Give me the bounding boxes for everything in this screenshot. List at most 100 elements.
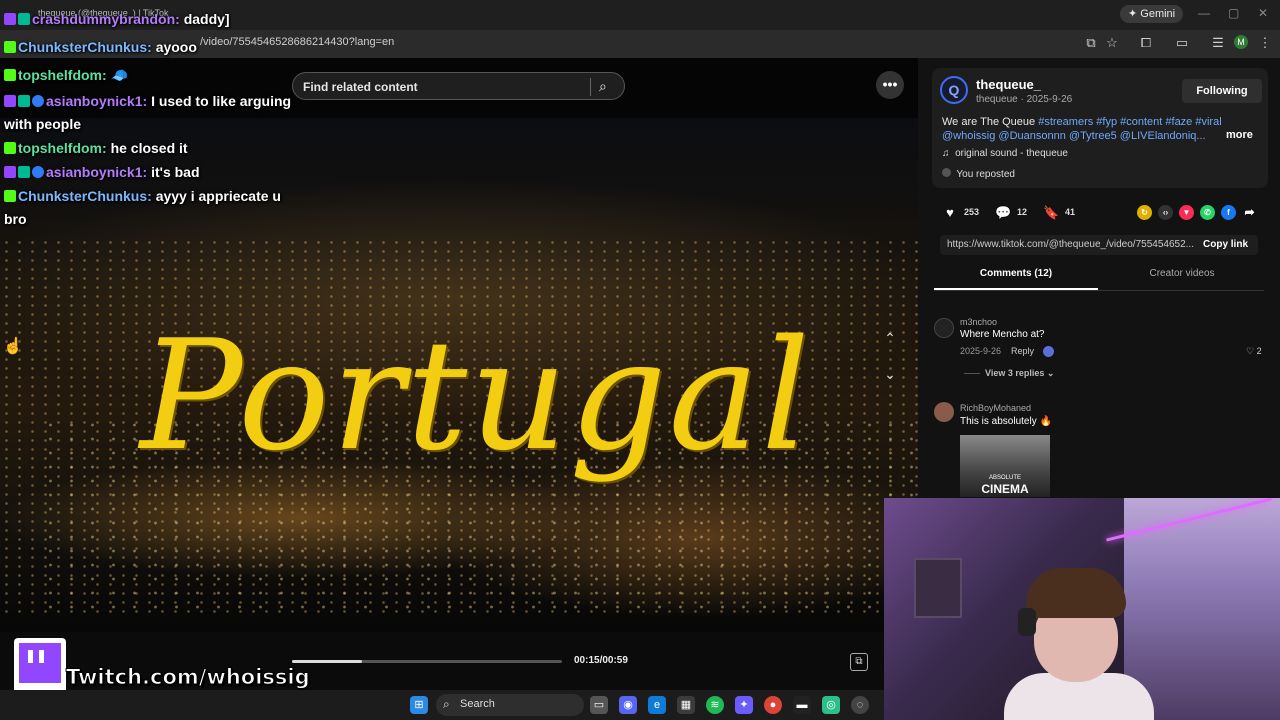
- browser-menu-icon[interactable]: ⋮: [1257, 35, 1273, 51]
- description-hashtags[interactable]: #streamers #fyp #content #faze #viral: [1038, 116, 1221, 128]
- next-video-icon[interactable]: ⌄: [880, 366, 900, 386]
- close-window-icon[interactable]: ✕: [1258, 6, 1268, 20]
- comment-date: 2025-9-26: [960, 346, 1002, 356]
- video-timecode: 00:15/00:59: [574, 655, 628, 666]
- tab-creator-videos[interactable]: Creator videos: [1100, 268, 1264, 290]
- comment-username[interactable]: RichBoyMohaned: [960, 403, 1031, 413]
- repost-status: You reposted: [942, 168, 1015, 180]
- more-button[interactable]: more: [1226, 129, 1253, 141]
- related-search-input[interactable]: [303, 78, 583, 96]
- spotify-icon[interactable]: ≋: [706, 696, 724, 714]
- previous-video-icon[interactable]: ⌃: [880, 330, 900, 350]
- discord-icon[interactable]: ◉: [619, 696, 637, 714]
- comment-image-caption-small: ABSOLUTE: [988, 475, 1021, 481]
- taskbar-search[interactable]: ⌕ Search: [436, 694, 584, 716]
- embed-icon[interactable]: ‹›: [1158, 205, 1173, 220]
- chat-text: ayooo: [155, 39, 197, 55]
- twitch-logo-icon: [14, 638, 66, 694]
- video-overlay-title: Portugal: [140, 307, 812, 484]
- whatsapp-icon[interactable]: ✆: [1200, 205, 1215, 220]
- more-options-button[interactable]: •••: [876, 71, 904, 99]
- chat-colon: :: [142, 93, 152, 109]
- chat-message: topshelfdom: he closed it: [4, 137, 296, 160]
- send-to-friends-icon[interactable]: ▼: [1179, 205, 1194, 220]
- chat-text: it's bad: [151, 164, 200, 180]
- terminal-icon[interactable]: ▬: [793, 696, 811, 714]
- share-link-url[interactable]: https://www.tiktok.com/@thequeue_/video/…: [947, 239, 1195, 250]
- chat-username: ChunksterChunkus: [18, 188, 148, 204]
- share-arrow-icon[interactable]: ➦: [1242, 205, 1257, 220]
- avatar[interactable]: [934, 318, 954, 338]
- install-app-icon[interactable]: ⧉: [1083, 35, 1099, 51]
- obs-icon[interactable]: ◎: [822, 696, 840, 714]
- comment-image-caption-big: CINEMA: [981, 482, 1029, 496]
- bookmark-star-icon[interactable]: ☆: [1104, 35, 1120, 51]
- mouse-cursor-icon: ☝: [3, 338, 23, 355]
- app-icon[interactable]: ◌: [851, 696, 869, 714]
- chrome-icon[interactable]: ●: [764, 696, 782, 714]
- windows-start-icon[interactable]: ⊞: [410, 696, 428, 714]
- like-heart-icon[interactable]: ♥: [942, 205, 958, 221]
- taskbar-search-label: Search: [460, 698, 495, 710]
- kick-badge-icon: [4, 142, 16, 154]
- copilot-icon[interactable]: ✦: [735, 696, 753, 714]
- related-search-box[interactable]: ⌕: [292, 72, 625, 100]
- channel-avatar[interactable]: Q: [940, 76, 968, 104]
- bookmark-icon[interactable]: 🔖: [1043, 205, 1059, 221]
- chat-username: topshelfdom: [18, 140, 102, 156]
- channel-meta: thequeue · 2025-9-26: [976, 94, 1073, 105]
- chat-message: topshelfdom: 🧢: [4, 64, 296, 87]
- reading-list-icon[interactable]: ☰: [1210, 35, 1226, 51]
- webcam-poster: [914, 558, 962, 618]
- facebook-icon[interactable]: f: [1221, 205, 1236, 220]
- streamer: [1004, 568, 1154, 720]
- sound-link[interactable]: ♫ original sound - thequeue: [942, 148, 1068, 159]
- search-icon: ⌕: [443, 697, 450, 711]
- task-view-icon[interactable]: ▭: [590, 696, 608, 714]
- avatar[interactable]: [934, 402, 954, 422]
- chat-message: asianboynick1: I used to like arguing wi…: [4, 90, 296, 136]
- chat-message: ChunksterChunkus: ayooo: [4, 36, 296, 59]
- kick-badge-icon: [4, 41, 16, 53]
- gemini-button[interactable]: ✦ Gemini: [1120, 5, 1184, 23]
- chat-text: daddy]: [183, 11, 230, 27]
- chat-message: asianboynick1: it's bad: [4, 161, 296, 184]
- twitch-watermark: Twitch.com/whoissig: [66, 665, 311, 690]
- copy-link-button[interactable]: Copy link: [1203, 239, 1248, 250]
- tab-comments[interactable]: Comments (12): [934, 268, 1098, 290]
- split-screen-icon[interactable]: ▭: [1174, 35, 1190, 51]
- reply-button[interactable]: Reply: [1011, 346, 1034, 356]
- twitch-badge-icon: [4, 95, 16, 107]
- chat-username: crashdummybrandon: [32, 11, 176, 27]
- minimize-icon[interactable]: —: [1198, 6, 1210, 20]
- comment-like[interactable]: ♡ 2: [1246, 346, 1262, 357]
- sound-label: original sound - thequeue: [955, 148, 1068, 159]
- store-icon[interactable]: ▦: [677, 696, 695, 714]
- description-mentions[interactable]: @whoissig @Duansonnn @Tytree5 @LIVElando…: [942, 130, 1206, 142]
- tab-divider: [934, 290, 1264, 291]
- captions-icon[interactable]: ⧉: [850, 653, 868, 671]
- comment-image[interactable]: ABSOLUTE CINEMA: [960, 435, 1050, 497]
- search-divider: [590, 78, 591, 96]
- repost-icon: [942, 168, 951, 177]
- kick-badge-icon: [4, 69, 16, 81]
- ver-badge-icon: [32, 166, 44, 178]
- view-replies-button[interactable]: View 3 replies ⌄: [985, 368, 1054, 379]
- comment-username[interactable]: m3nchoo: [960, 317, 997, 327]
- profile-avatar[interactable]: M: [1234, 35, 1248, 49]
- maximize-icon[interactable]: ▢: [1228, 6, 1239, 20]
- chat-username: asianboynick1: [46, 164, 143, 180]
- chat-colon: :: [102, 140, 111, 156]
- search-icon[interactable]: ⌕: [599, 78, 607, 95]
- channel-name[interactable]: thequeue_: [976, 77, 1041, 92]
- headset-icon: [1018, 608, 1036, 636]
- post-description: We are The Queue #streamers #fyp #conten…: [942, 115, 1262, 143]
- comment-bubble-icon[interactable]: 💬: [995, 205, 1011, 221]
- sub-badge-icon: [18, 95, 30, 107]
- following-button[interactable]: Following: [1182, 79, 1262, 103]
- edge-icon[interactable]: e: [648, 696, 666, 714]
- chat-username: ChunksterChunkus: [18, 39, 148, 55]
- chat-colon: :: [147, 188, 156, 204]
- extensions-icon[interactable]: ⧠: [1138, 35, 1154, 51]
- repost-share-icon[interactable]: ↻: [1137, 205, 1152, 220]
